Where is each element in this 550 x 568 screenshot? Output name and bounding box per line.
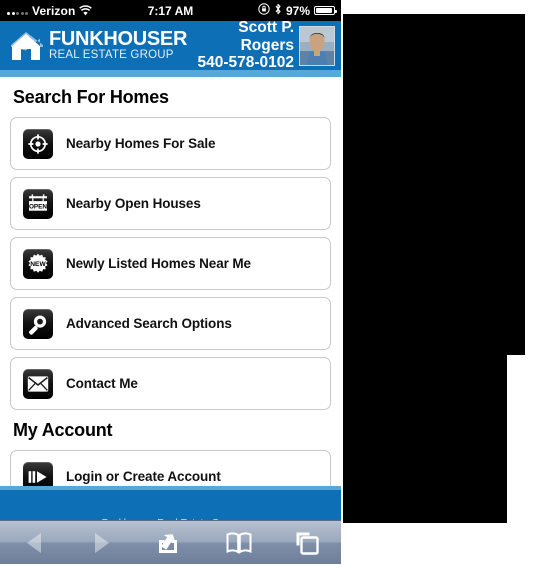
menu-item-contact-me[interactable]: Contact Me bbox=[10, 357, 331, 410]
brand-name-primary: FUNKHOUSER bbox=[49, 28, 188, 51]
brand-wordmark: FUNKHOUSER REAL ESTATE GROUP bbox=[49, 29, 187, 62]
bookmarks-icon[interactable] bbox=[213, 526, 265, 560]
crosshair-target-icon bbox=[23, 128, 53, 159]
menu-item-label: Nearby Open Houses bbox=[66, 196, 201, 211]
envelope-icon bbox=[23, 368, 53, 399]
occlusion-block-upper bbox=[343, 14, 525, 355]
agent-contact-block: Scott P. Rogers 540-578-0102 bbox=[187, 19, 294, 71]
login-arrow-icon bbox=[23, 461, 53, 486]
menu-item-advanced-search-options[interactable]: Advanced Search Options bbox=[10, 297, 331, 350]
phone-screen: Verizon 7:17 AM 97% FUNKHOUSER REAL ESTA… bbox=[0, 0, 341, 568]
section-title-my-account: My Account bbox=[13, 420, 113, 440]
svg-text:NEW: NEW bbox=[30, 261, 46, 268]
menu-item-label: Contact Me bbox=[66, 376, 138, 391]
svg-text:OPEN: OPEN bbox=[29, 203, 47, 210]
agent-name: Scott P. Rogers bbox=[238, 19, 294, 54]
open-sign-icon: OPEN bbox=[23, 188, 53, 219]
footer-link[interactable]: Funkhouser Real Estate Group bbox=[0, 518, 341, 520]
page-footer: Funkhouser Real Estate Group bbox=[0, 486, 341, 520]
tabs-icon[interactable] bbox=[281, 526, 333, 560]
brand-name-secondary: REAL ESTATE GROUP bbox=[49, 49, 174, 62]
menu-item-label: Advanced Search Options bbox=[66, 316, 232, 331]
menu-item-label: Newly Listed Homes Near Me bbox=[66, 256, 251, 271]
menu-item-label: Nearby Homes For Sale bbox=[66, 136, 216, 151]
status-bar-right: 97% bbox=[258, 3, 341, 18]
back-arrow-icon[interactable] bbox=[8, 526, 60, 560]
menu-item-label: Login or Create Account bbox=[66, 469, 221, 484]
house-logo-icon bbox=[10, 30, 44, 62]
page-content: Search For Homes Nearby Homes For Sale O… bbox=[0, 77, 341, 486]
menu-item-nearby-homes-for-sale[interactable]: Nearby Homes For Sale bbox=[10, 117, 331, 170]
battery-icon bbox=[314, 6, 337, 15]
agent-headshot bbox=[299, 25, 335, 66]
new-burst-icon: NEW bbox=[23, 248, 53, 279]
forward-arrow-icon[interactable] bbox=[76, 526, 128, 560]
site-header: FUNKHOUSER REAL ESTATE GROUP Scott P. Ro… bbox=[0, 19, 341, 71]
share-icon[interactable] bbox=[144, 526, 196, 560]
menu-item-login-or-create-account[interactable]: Login or Create Account bbox=[10, 450, 331, 486]
agent-phone[interactable]: 540-578-0102 bbox=[187, 54, 294, 71]
battery-percent-label: 97% bbox=[285, 3, 310, 18]
rotation-lock-icon bbox=[258, 3, 270, 18]
bluetooth-icon bbox=[274, 3, 282, 18]
occlusion-block-lower bbox=[343, 355, 507, 523]
menu-item-newly-listed-homes-near-me[interactable]: NEW Newly Listed Homes Near Me bbox=[10, 237, 331, 290]
browser-toolbar bbox=[0, 520, 341, 564]
magnifier-icon bbox=[23, 308, 53, 339]
menu-item-nearby-open-houses[interactable]: OPEN Nearby Open Houses bbox=[10, 177, 331, 230]
status-bar: Verizon 7:17 AM 97% bbox=[0, 0, 341, 21]
section-title-search-for-homes: Search For Homes bbox=[13, 87, 169, 107]
